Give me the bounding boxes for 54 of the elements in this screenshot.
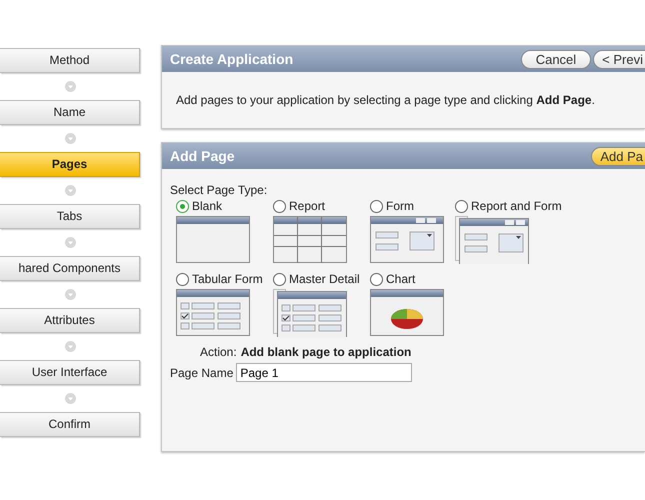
step-connector-icon — [64, 81, 76, 92]
page-thumbnail-icon[interactable] — [370, 216, 444, 264]
wizard-step[interactable]: Pages — [0, 152, 140, 177]
page-type-option[interactable]: Chart — [364, 272, 449, 286]
radio-button[interactable] — [455, 200, 468, 212]
step-connector-icon — [64, 341, 76, 352]
panel-title: Create Application — [170, 51, 294, 67]
wizard-step[interactable]: Name — [0, 100, 140, 125]
wizard-step[interactable]: Attributes — [0, 308, 140, 333]
page-type-option[interactable]: Report — [267, 199, 364, 213]
page-thumbnail-icon[interactable] — [273, 289, 347, 337]
page-name-label: Page Name — [170, 366, 234, 380]
radio-button[interactable] — [176, 200, 189, 212]
add-page-button[interactable]: Add Pa — [591, 146, 645, 166]
option-label: Report and Form — [471, 199, 562, 213]
action-label: Action: — [200, 345, 237, 359]
radio-button[interactable] — [370, 272, 383, 286]
previous-button[interactable]: < Previ — [593, 50, 645, 68]
wizard-step[interactable]: Tabs — [0, 204, 140, 229]
page-type-option[interactable]: Blank — [170, 199, 267, 213]
step-connector-icon — [64, 237, 76, 248]
wizard-step[interactable]: Confirm — [0, 412, 140, 437]
page-type-option[interactable]: Report and Form — [449, 199, 579, 213]
page-thumbnail-icon[interactable] — [176, 216, 250, 264]
page-thumbnail-icon[interactable] — [273, 216, 347, 264]
step-connector-icon — [64, 185, 76, 196]
field-label: Select Page Type: — [170, 183, 268, 197]
page-thumbnail-icon[interactable] — [370, 289, 444, 337]
step-connector-icon — [64, 133, 76, 144]
page-name-field[interactable]: Page 1 — [236, 363, 412, 382]
step-connector-icon — [64, 393, 76, 404]
option-label: Chart — [386, 272, 416, 286]
cancel-button[interactable]: Cancel — [520, 50, 592, 68]
option-label: Tabular Form — [192, 272, 263, 286]
option-label: Blank — [192, 199, 222, 213]
panel-title: Add Page — [170, 148, 235, 164]
page-thumbnail-icon[interactable] — [176, 289, 250, 337]
option-label: Form — [386, 199, 414, 213]
wizard-step[interactable]: Method — [0, 48, 140, 73]
step-connector-icon — [64, 289, 76, 300]
action-value: Add blank page to application — [240, 345, 412, 359]
instruction-text: Add pages to your application by selecting a page type and clicking Add Page. — [176, 93, 595, 107]
wizard-step[interactable]: hared Components — [0, 256, 140, 281]
radio-button[interactable] — [273, 272, 286, 286]
page-type-option[interactable]: Master Detail — [267, 272, 364, 286]
radio-button[interactable] — [273, 200, 286, 212]
option-label: Master Detail — [289, 272, 360, 286]
radio-button[interactable] — [370, 200, 383, 212]
page-thumbnail-icon[interactable] — [455, 216, 529, 264]
option-label: Report — [289, 199, 326, 213]
radio-button[interactable] — [176, 272, 189, 286]
page-type-option[interactable]: Tabular Form — [170, 272, 267, 286]
page-type-option[interactable]: Form — [364, 199, 449, 213]
wizard-step[interactable]: User Interface — [0, 360, 140, 385]
